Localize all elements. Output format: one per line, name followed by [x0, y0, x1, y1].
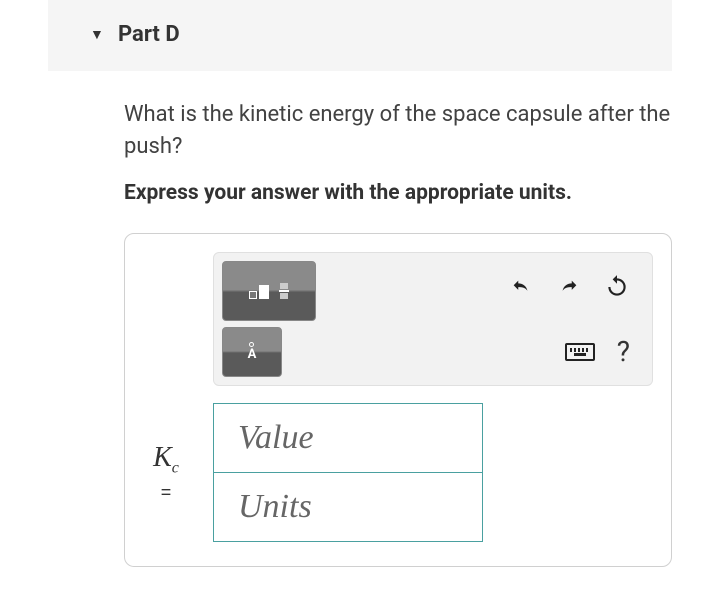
question-text: What is the kinetic energy of the space …: [124, 99, 672, 163]
units-placeholder: Units: [238, 488, 312, 526]
equals-sign: =: [143, 482, 189, 503]
templates-icon: [249, 283, 289, 299]
toolbar-right-group-1: [508, 274, 644, 307]
angstrom-icon: A: [248, 342, 257, 361]
toolbar-row-1: [222, 261, 644, 321]
answer-inputs: Kc = Value Units: [143, 404, 653, 542]
toolbar-left-group-2: A: [222, 327, 282, 377]
toolbar-left-group: [222, 261, 316, 321]
value-input[interactable]: Value: [213, 403, 483, 473]
help-icon[interactable]: ?: [617, 335, 630, 368]
keyboard-icon[interactable]: [565, 343, 595, 361]
templates-button[interactable]: [222, 261, 316, 321]
part-content: What is the kinetic energy of the space …: [0, 71, 720, 567]
variable-subscript: c: [172, 460, 179, 477]
instruction-text: Express your answer with the appropriate…: [124, 181, 672, 205]
toolbar-row-2: A ?: [222, 327, 644, 377]
redo-icon[interactable]: [556, 276, 582, 306]
reset-icon[interactable]: [604, 274, 630, 307]
variable-label: Kc =: [143, 442, 189, 503]
answer-box: A ? Kc = Value: [124, 233, 672, 567]
value-placeholder: Value: [238, 419, 314, 457]
part-container: ▼ Part D What is the kinetic energy of t…: [0, 0, 720, 567]
toolbar-right-group-2: ?: [565, 335, 644, 368]
input-fields: Value Units: [213, 404, 483, 542]
equation-toolbar: A ?: [213, 252, 653, 386]
units-input[interactable]: Units: [213, 472, 483, 542]
variable-base: K: [153, 442, 172, 473]
part-header[interactable]: ▼ Part D: [48, 0, 672, 71]
symbols-button[interactable]: A: [222, 327, 282, 377]
part-title: Part D: [118, 22, 180, 47]
collapse-arrow-icon: ▼: [90, 26, 104, 43]
undo-icon[interactable]: [508, 276, 534, 306]
